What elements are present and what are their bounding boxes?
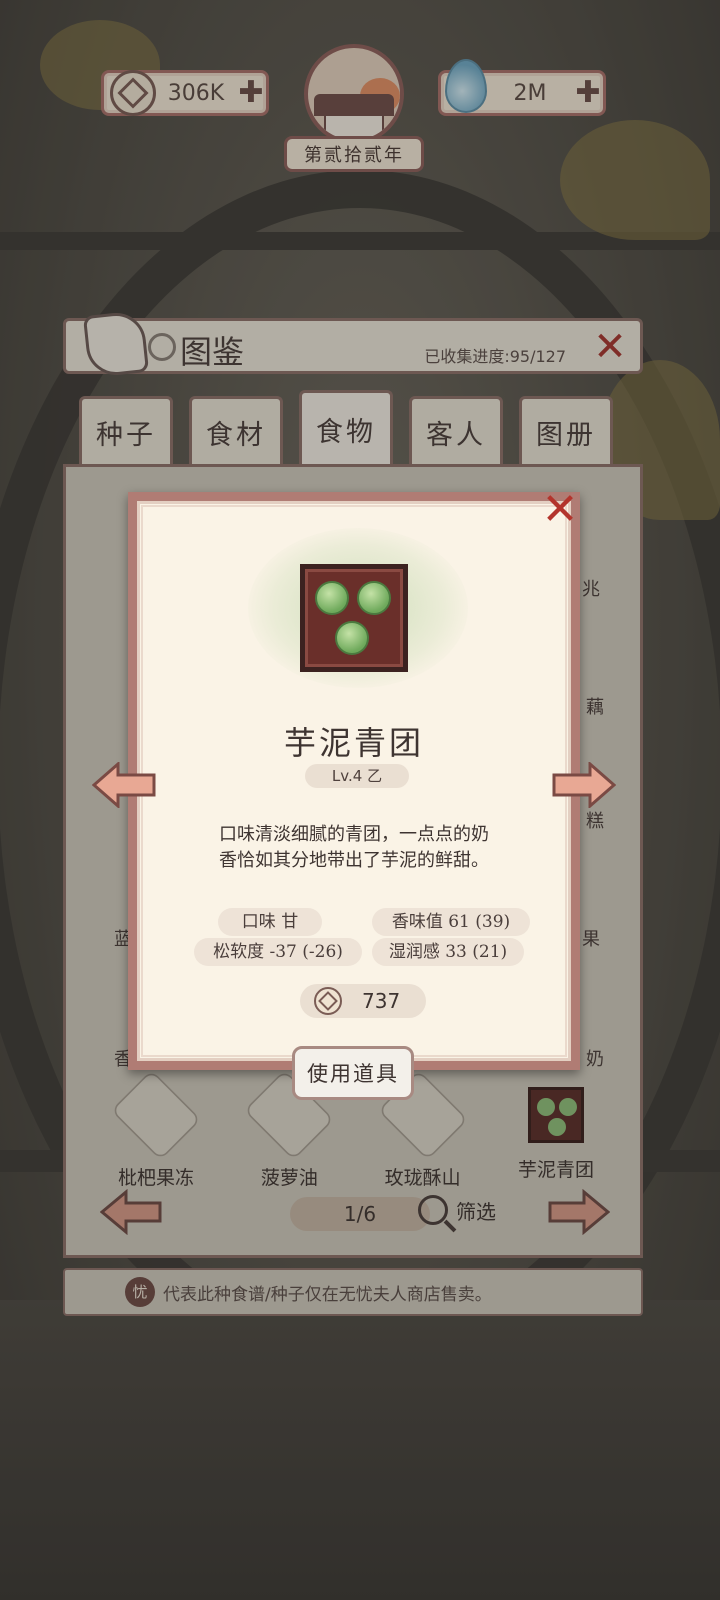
taro-qingtuan-icon [300,564,408,672]
price-value: 737 [362,989,401,1013]
stat-moisture: 湿润感 33 (21) [372,938,524,966]
price-tag: 737 [300,984,426,1018]
food-description: 口味清淡细腻的青团，一点点的奶 香恰如其分地带出了芋泥的鲜甜。 [168,822,540,874]
prev-food-button[interactable] [92,762,156,808]
next-food-button[interactable] [552,762,616,808]
use-item-button[interactable]: 使用道具 [292,1046,414,1100]
stat-softness: 松软度 -37 (-26) [194,938,362,966]
stat-aroma: 香味值 61 (39) [372,908,530,936]
coin-icon [314,987,342,1015]
description-line: 香恰如其分地带出了芋泥的鲜甜。 [219,850,489,871]
food-title: 芋泥青团 [283,724,424,762]
stat-taste: 口味 甘 [218,908,322,936]
close-detail-button[interactable]: ✕ [540,488,580,532]
food-level: Lv.4 乙 [305,764,409,788]
description-line: 口味清淡细腻的青团，一点点的奶 [219,824,489,845]
